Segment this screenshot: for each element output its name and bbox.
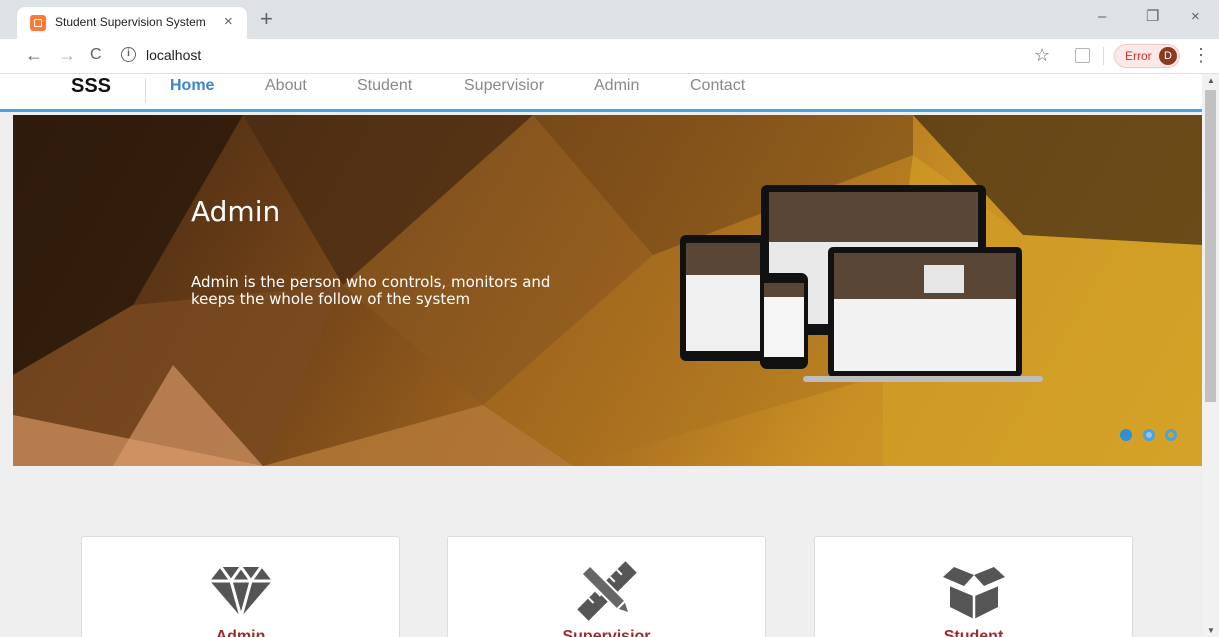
new-tab-icon[interactable]: +: [260, 8, 273, 30]
nav-contact[interactable]: Contact: [690, 77, 745, 95]
student-card[interactable]: Student: [814, 536, 1133, 637]
hero-description: Admin is the person who controls, monito…: [191, 273, 551, 308]
admin-card-label: Admin: [215, 628, 266, 637]
page-viewport: SSS Home About Student Supervisior Admin…: [0, 74, 1219, 637]
restore-icon[interactable]: ❐: [1146, 8, 1159, 26]
profile-error-button[interactable]: Error D: [1114, 44, 1180, 68]
scrollbar-thumb[interactable]: [1205, 90, 1216, 402]
box-icon: [943, 567, 1005, 619]
forward-icon[interactable]: →: [58, 45, 76, 65]
tab-title: Student Supervision System: [55, 15, 206, 29]
browser-menu-icon[interactable]: ⋮: [1192, 45, 1210, 65]
pencil-ruler-icon: [577, 561, 637, 621]
close-window-icon[interactable]: ×: [1191, 8, 1200, 26]
toolbar-separator: [1103, 47, 1104, 65]
nav-home[interactable]: Home: [170, 77, 214, 95]
nav-about[interactable]: About: [265, 77, 307, 95]
site-info-icon[interactable]: i: [121, 47, 136, 62]
bookmark-star-icon[interactable]: ☆: [1034, 45, 1050, 65]
nav-supervisior[interactable]: Supervisior: [464, 77, 544, 95]
error-label: Error: [1125, 49, 1152, 63]
browser-tab-bar: Student Supervision System × + – ❐ ×: [0, 0, 1219, 39]
slide-dot-1[interactable]: [1120, 429, 1132, 441]
address-bar[interactable]: localhost: [146, 47, 201, 63]
student-card-label: Student: [943, 628, 1004, 637]
slide-dot-2[interactable]: [1143, 429, 1155, 441]
site-brand[interactable]: SSS: [71, 75, 111, 98]
brand-divider: [145, 78, 146, 103]
nav-student[interactable]: Student: [357, 77, 412, 95]
hero-slider: Admin Admin is the person who controls, …: [13, 115, 1202, 466]
supervisior-card-label: Supervisior: [562, 628, 651, 637]
page-scrollbar[interactable]: ▲ ▼: [1202, 74, 1219, 637]
responsive-devices-illustration: [680, 185, 1043, 382]
scroll-down-arrow-icon[interactable]: ▼: [1207, 626, 1215, 635]
extension-icon[interactable]: [1075, 48, 1090, 63]
browser-toolbar: ← → C i localhost ☆ Error D ⋮: [0, 39, 1219, 74]
slide-dot-3[interactable]: [1165, 429, 1177, 441]
hero-title: Admin: [191, 195, 281, 228]
reload-icon[interactable]: C: [90, 45, 102, 65]
scroll-up-arrow-icon[interactable]: ▲: [1207, 76, 1215, 85]
diamond-icon: [210, 564, 272, 621]
supervisior-card[interactable]: Supervisior: [447, 536, 766, 637]
xampp-favicon-icon: [30, 15, 46, 31]
browser-tab[interactable]: Student Supervision System ×: [17, 7, 247, 39]
profile-avatar: D: [1159, 47, 1177, 65]
tab-close-icon[interactable]: ×: [224, 13, 233, 31]
nav-admin[interactable]: Admin: [594, 77, 639, 95]
minimize-icon[interactable]: –: [1098, 8, 1106, 26]
back-icon[interactable]: ←: [25, 45, 43, 65]
admin-card[interactable]: Admin: [81, 536, 400, 637]
site-navbar: SSS Home About Student Supervisior Admin…: [0, 74, 1202, 112]
